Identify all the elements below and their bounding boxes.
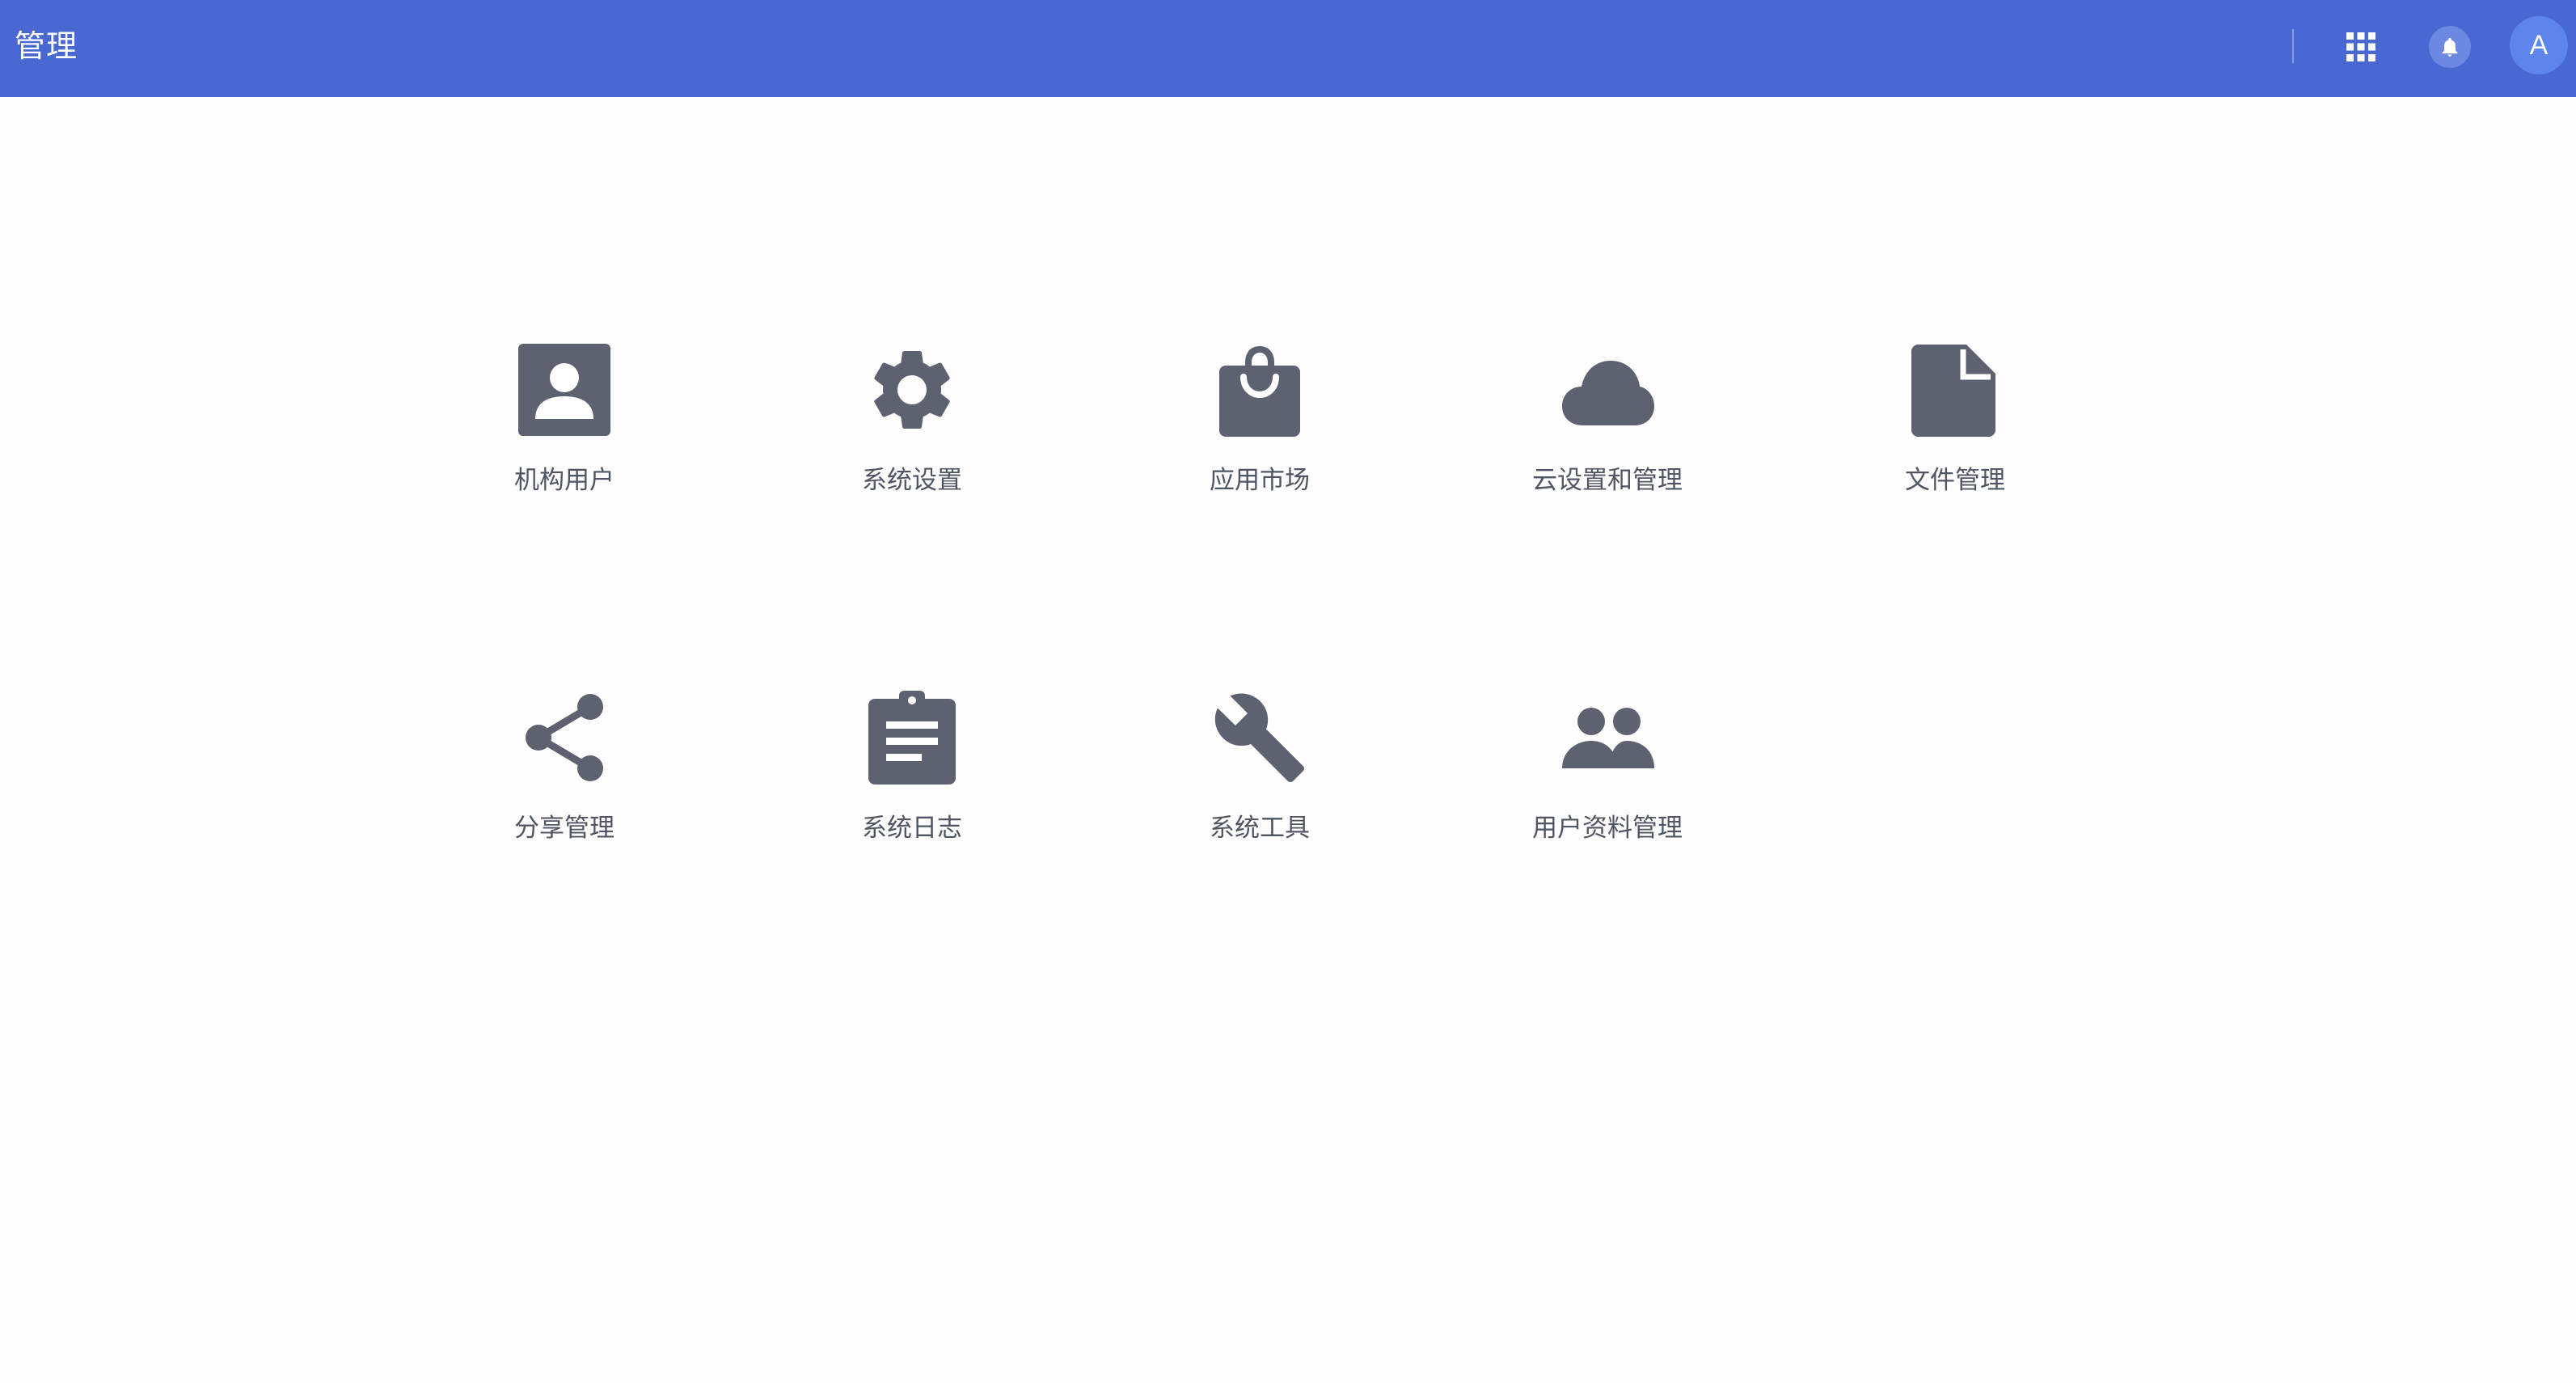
user-avatar[interactable]: A <box>2510 16 2568 74</box>
tile-cloud-settings[interactable]: 云设置和管理 <box>1486 341 1729 535</box>
tile-app-market[interactable]: 应用市场 <box>1138 341 1381 535</box>
tile-label: 系统工具 <box>1210 814 1310 843</box>
apps-button[interactable] <box>2342 27 2380 66</box>
grid-apps-icon <box>2346 32 2375 61</box>
tile-label: 用户资料管理 <box>1532 814 1683 843</box>
page-title: 管理 <box>15 28 78 64</box>
tile-label: 文件管理 <box>1905 466 2005 495</box>
tile-label: 机构用户 <box>514 466 614 495</box>
tile-label: 分享管理 <box>514 814 614 843</box>
people-icon <box>1559 689 1656 786</box>
cloud-icon <box>1559 341 1656 438</box>
topbar-divider <box>2292 29 2294 63</box>
tile-file-management[interactable]: 文件管理 <box>1834 341 2076 535</box>
tile-label: 系统日志 <box>862 814 962 843</box>
notification-button[interactable] <box>2429 26 2471 68</box>
tile-label: 系统设置 <box>862 466 962 495</box>
gear-icon <box>864 341 961 438</box>
contact-card-icon <box>516 341 613 438</box>
clipboard-icon <box>864 689 961 786</box>
tile-label: 应用市场 <box>1210 466 1310 495</box>
top-bar: 管理 A <box>0 0 2576 97</box>
tile-system-tools[interactable]: 系统工具 <box>1138 689 1381 883</box>
bell-icon <box>2442 37 2458 57</box>
tile-share-management[interactable]: 分享管理 <box>443 689 686 883</box>
tile-user-profile-management[interactable]: 用户资料管理 <box>1486 689 1729 883</box>
tile-system-settings[interactable]: 系统设置 <box>791 341 1033 535</box>
tile-system-log[interactable]: 系统日志 <box>791 689 1033 883</box>
shopping-bag-icon <box>1211 341 1308 438</box>
file-icon <box>1907 341 2004 438</box>
share-icon <box>516 689 613 786</box>
tile-org-users[interactable]: 机构用户 <box>443 341 686 535</box>
tile-label: 云设置和管理 <box>1532 466 1683 495</box>
wrench-icon <box>1211 689 1308 786</box>
